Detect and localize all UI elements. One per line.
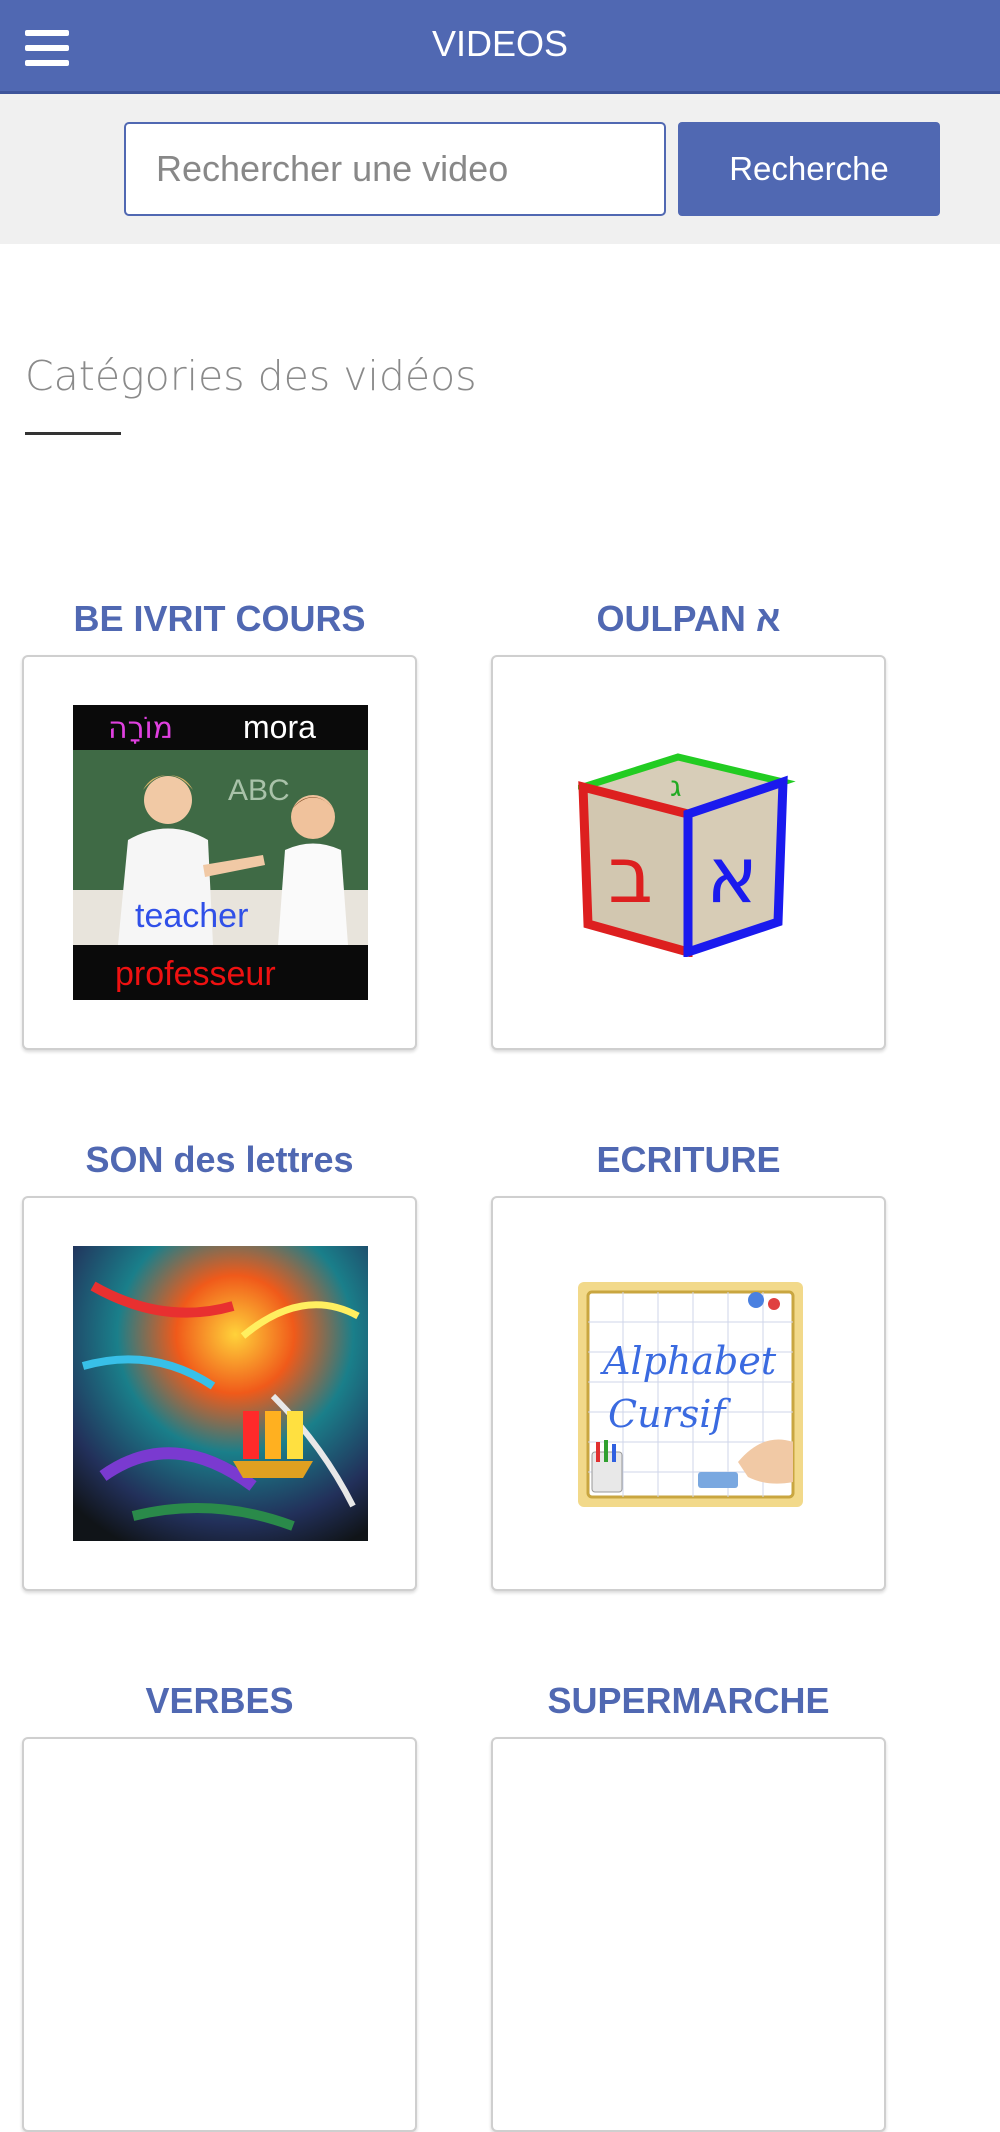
category-card-verbes[interactable] [22, 1737, 417, 2132]
category-label-verbes[interactable]: VERBES [22, 1680, 417, 1722]
svg-text:mora: mora [243, 709, 316, 745]
svg-text:מוֹרָה: מוֹרָה [108, 711, 173, 746]
svg-text:teacher: teacher [135, 897, 248, 935]
svg-text:א: א [706, 831, 758, 921]
category-label-ecriture[interactable]: ECRITURE [491, 1139, 886, 1181]
section-title-underline [25, 432, 121, 435]
search-bar: Recherche [0, 94, 1000, 244]
category-card-be-ivrit-cours[interactable]: ABC מוֹרָה mora teacher professeur [22, 655, 417, 1050]
svg-text:ABC: ABC [228, 774, 290, 807]
page-title: VIDEOS [431, 23, 569, 64]
category-card-son-des-lettres[interactable] [22, 1196, 417, 1591]
svg-text:ג: ג [670, 770, 682, 803]
category-card-supermarche[interactable] [491, 1737, 886, 2132]
section-title: Catégories des vidéos [25, 352, 477, 400]
category-card-ecriture[interactable]: Alphabet Cursif [491, 1196, 886, 1591]
svg-text:Cursif: Cursif [608, 1392, 731, 1436]
teacher-thumbnail-image: ABC מוֹרָה mora teacher professeur [73, 705, 368, 1000]
search-button[interactable]: Recherche [678, 122, 940, 216]
category-label-son-des-lettres[interactable]: SON des lettres [22, 1139, 417, 1181]
svg-text:professeur: professeur [115, 955, 276, 993]
top-app-bar: VIDEOS [0, 0, 1000, 94]
svg-text:ב: ב [608, 831, 653, 921]
category-label-be-ivrit-cours[interactable]: BE IVRIT COURS [22, 598, 417, 640]
category-card-oulpan[interactable]: ג ב א [491, 655, 886, 1050]
search-input[interactable] [124, 122, 666, 216]
svg-text:Alphabet: Alphabet [600, 1339, 777, 1383]
category-label-supermarche[interactable]: SUPERMARCHE [491, 1680, 886, 1722]
alphabet-block-image: ג ב א [578, 753, 796, 957]
abstract-art-thumbnail-image [73, 1246, 368, 1541]
cursive-alphabet-board-image: Alphabet Cursif [578, 1282, 803, 1507]
category-label-oulpan[interactable]: OULPAN א [491, 598, 886, 640]
